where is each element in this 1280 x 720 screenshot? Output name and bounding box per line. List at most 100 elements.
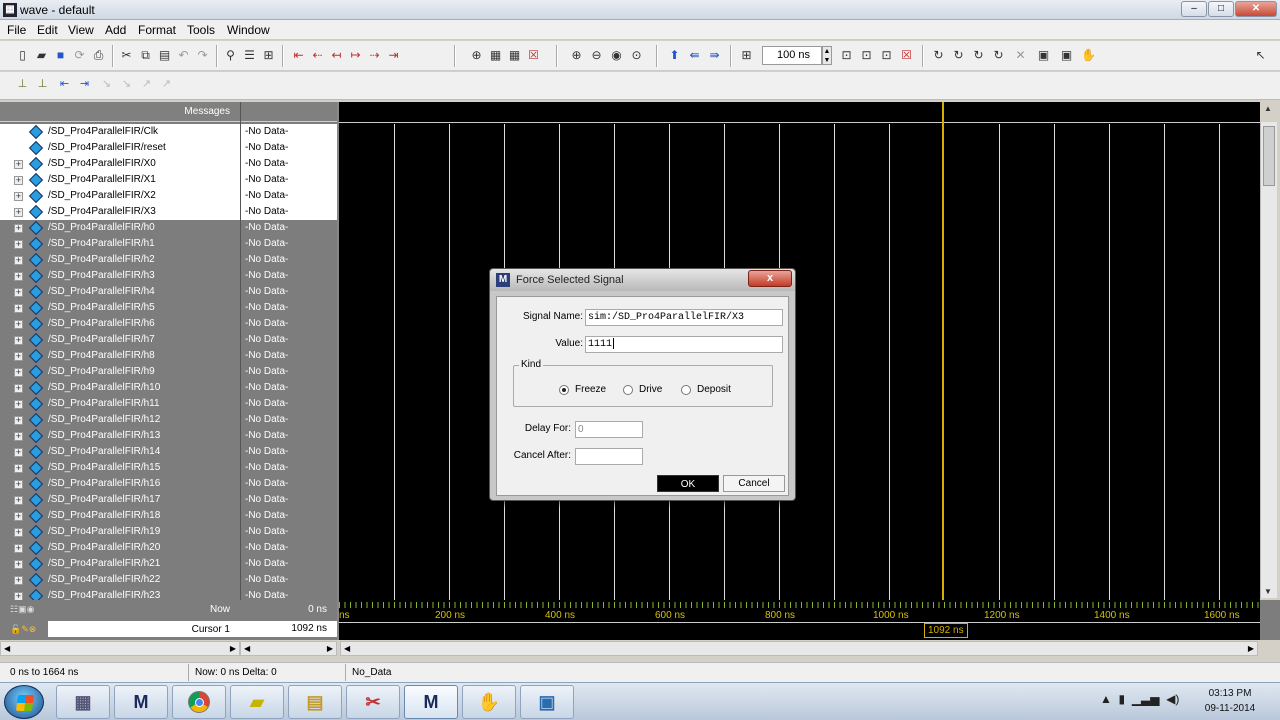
modelsim-active-app[interactable]: M <box>404 685 458 719</box>
modelsim-app[interactable]: M <box>114 685 168 719</box>
signal-row[interactable]: + /SD_Pro4ParallelFIR/h4 <box>0 284 240 300</box>
signal-row[interactable]: + /SD_Pro4ParallelFIR/X2 <box>0 188 240 204</box>
undo-icon[interactable]: ↶ <box>175 47 192 64</box>
signal-row[interactable]: + /SD_Pro4ParallelFIR/h11 <box>0 396 240 412</box>
waveform-pane[interactable] <box>337 102 1260 600</box>
signal-row[interactable]: + /SD_Pro4ParallelFIR/h18 <box>0 508 240 524</box>
expand-icon[interactable]: + <box>14 192 23 201</box>
values-hscrollbar[interactable]: ◀ ▶ <box>240 641 337 656</box>
expand-icon[interactable]: + <box>14 256 23 265</box>
start-button[interactable] <box>4 685 44 719</box>
cursor-snap-icon[interactable]: ↗ <box>138 76 155 93</box>
signal-value[interactable]: -No Data- <box>241 556 337 572</box>
paint-app[interactable]: ▣ <box>520 685 574 719</box>
group-icon[interactable]: ⊞ <box>260 47 277 64</box>
zoom-full-icon[interactable]: ◉ <box>608 47 625 64</box>
expand-icon[interactable]: + <box>14 352 23 361</box>
edge-next-icon[interactable]: ⇢ <box>366 47 383 64</box>
signal-row[interactable]: /SD_Pro4ParallelFIR/Clk <box>0 124 240 140</box>
expand-icon[interactable]: + <box>14 528 23 537</box>
ok-button[interactable]: OK <box>657 475 719 492</box>
expand-icon[interactable]: + <box>14 208 23 217</box>
scroll-thumb[interactable] <box>1263 126 1275 186</box>
delete-icon[interactable]: ☒ <box>525 47 542 64</box>
signal-value[interactable]: -No Data- <box>241 140 337 156</box>
expand-icon[interactable]: + <box>14 160 23 169</box>
scroll-up-icon[interactable]: ▲ <box>1264 104 1272 113</box>
close-button[interactable]: ✕ <box>1235 1 1277 17</box>
scroll-left-icon[interactable]: ◀ <box>4 642 10 655</box>
signal-value[interactable]: -No Data- <box>241 124 337 140</box>
add-cursor-icon[interactable]: ⊥ <box>14 76 31 93</box>
save-icon[interactable]: ■ <box>52 47 69 64</box>
wave-compare2-icon[interactable]: ▦ <box>506 47 523 64</box>
cursor-time-badge[interactable]: 1092 ns <box>924 623 968 638</box>
cursor-lock-icon[interactable]: ↘ <box>98 76 115 93</box>
expand-icon[interactable]: + <box>14 416 23 425</box>
signal-row[interactable]: + /SD_Pro4ParallelFIR/h0 <box>0 220 240 236</box>
wave-hscrollbar[interactable]: ◀ ▶ <box>340 641 1258 656</box>
time-ruler[interactable]: ns 200 ns 400 ns 600 ns 800 ns 1000 ns 1200 ns… <box>337 600 1260 640</box>
signal-row[interactable]: + /SD_Pro4ParallelFIR/h9 <box>0 364 240 380</box>
expand-icon[interactable]: + <box>14 544 23 553</box>
vertical-scrollbar[interactable]: ▲ ▼ <box>1260 104 1277 598</box>
scroll-right-icon[interactable]: ▶ <box>327 642 333 655</box>
signal-row[interactable]: + /SD_Pro4ParallelFIR/h3 <box>0 268 240 284</box>
signal-row[interactable]: + /SD_Pro4ParallelFIR/h20 <box>0 540 240 556</box>
edge-first-icon[interactable]: ⇤ <box>290 47 307 64</box>
copy-icon[interactable]: ⧉ <box>137 47 154 64</box>
expand-icon[interactable]: + <box>14 288 23 297</box>
arrow-left-icon[interactable]: ⇚ <box>686 47 703 64</box>
menu-tools[interactable]: Tools <box>187 23 215 37</box>
signal-value[interactable]: -No Data- <box>241 236 337 252</box>
stop-icon[interactable]: ✕ <box>1012 47 1029 64</box>
performance-icon[interactable]: ▣ <box>1035 47 1052 64</box>
cursor-label[interactable]: Cursor 1 <box>150 624 230 635</box>
signal-value[interactable]: -No Data- <box>241 364 337 380</box>
scroll-right-icon[interactable]: ▶ <box>230 642 236 655</box>
cancel-button[interactable]: Cancel <box>723 475 785 492</box>
signal-value[interactable]: -No Data- <box>241 460 337 476</box>
reload-icon[interactable]: ⟳ <box>71 47 88 64</box>
cursor-lock-icon[interactable]: 🔓✎⊗ <box>10 624 36 635</box>
signal-value[interactable]: -No Data- <box>241 300 337 316</box>
value-field[interactable]: 1111 <box>585 336 783 353</box>
break-icon[interactable]: ☒ <box>898 47 915 64</box>
run-length-spinner[interactable]: ▲ ▼ <box>822 46 832 65</box>
signal-row[interactable]: + /SD_Pro4ParallelFIR/h21 <box>0 556 240 572</box>
signal-row[interactable]: + /SD_Pro4ParallelFIR/h14 <box>0 444 240 460</box>
signal-value[interactable]: -No Data- <box>241 268 337 284</box>
run-length-icon[interactable]: ⊞ <box>738 47 755 64</box>
signal-value[interactable]: -No Data- <box>241 524 337 540</box>
expand-icon[interactable]: + <box>14 464 23 473</box>
maximize-button[interactable]: □ <box>1208 1 1234 17</box>
signal-value[interactable]: -No Data- <box>241 492 337 508</box>
menu-format[interactable]: Format <box>138 23 176 37</box>
deposit-radio[interactable] <box>681 385 691 395</box>
expand-icon[interactable]: + <box>14 240 23 249</box>
run-all-icon[interactable]: ⊡ <box>878 47 895 64</box>
format-icon[interactable]: ☰ <box>241 47 258 64</box>
find-icon[interactable]: ⚲ <box>222 47 239 64</box>
calculator-app[interactable]: ▦ <box>56 685 110 719</box>
signal-value[interactable]: -No Data- <box>241 508 337 524</box>
run-icon[interactable]: ⊡ <box>838 47 855 64</box>
expand-icon[interactable]: + <box>14 496 23 505</box>
signal-row[interactable]: + /SD_Pro4ParallelFIR/h8 <box>0 348 240 364</box>
wave-pane-icons[interactable]: ☷▣◉ <box>10 604 34 615</box>
sticky-notes-app[interactable]: ▰ <box>230 685 284 719</box>
expand-icon[interactable]: + <box>14 320 23 329</box>
signal-value[interactable]: -No Data- <box>241 204 337 220</box>
arrow-right-icon[interactable]: ⇛ <box>706 47 723 64</box>
system-tray[interactable]: ▲ ▮ ▁▃▅ ◀) <box>1100 692 1179 706</box>
scroll-down-icon[interactable]: ▼ <box>1264 587 1272 596</box>
signal-row[interactable]: + /SD_Pro4ParallelFIR/h7 <box>0 332 240 348</box>
menu-window[interactable]: Window <box>227 23 270 37</box>
signal-value[interactable]: -No Data- <box>241 220 337 236</box>
expand-icon[interactable]: + <box>14 560 23 569</box>
print-icon[interactable]: ⎙ <box>90 47 107 64</box>
minimize-button[interactable]: – <box>1181 1 1207 17</box>
signal-value[interactable]: -No Data- <box>241 396 337 412</box>
expand-icon[interactable]: + <box>14 384 23 393</box>
scroll-left-icon[interactable]: ◀ <box>344 642 350 655</box>
